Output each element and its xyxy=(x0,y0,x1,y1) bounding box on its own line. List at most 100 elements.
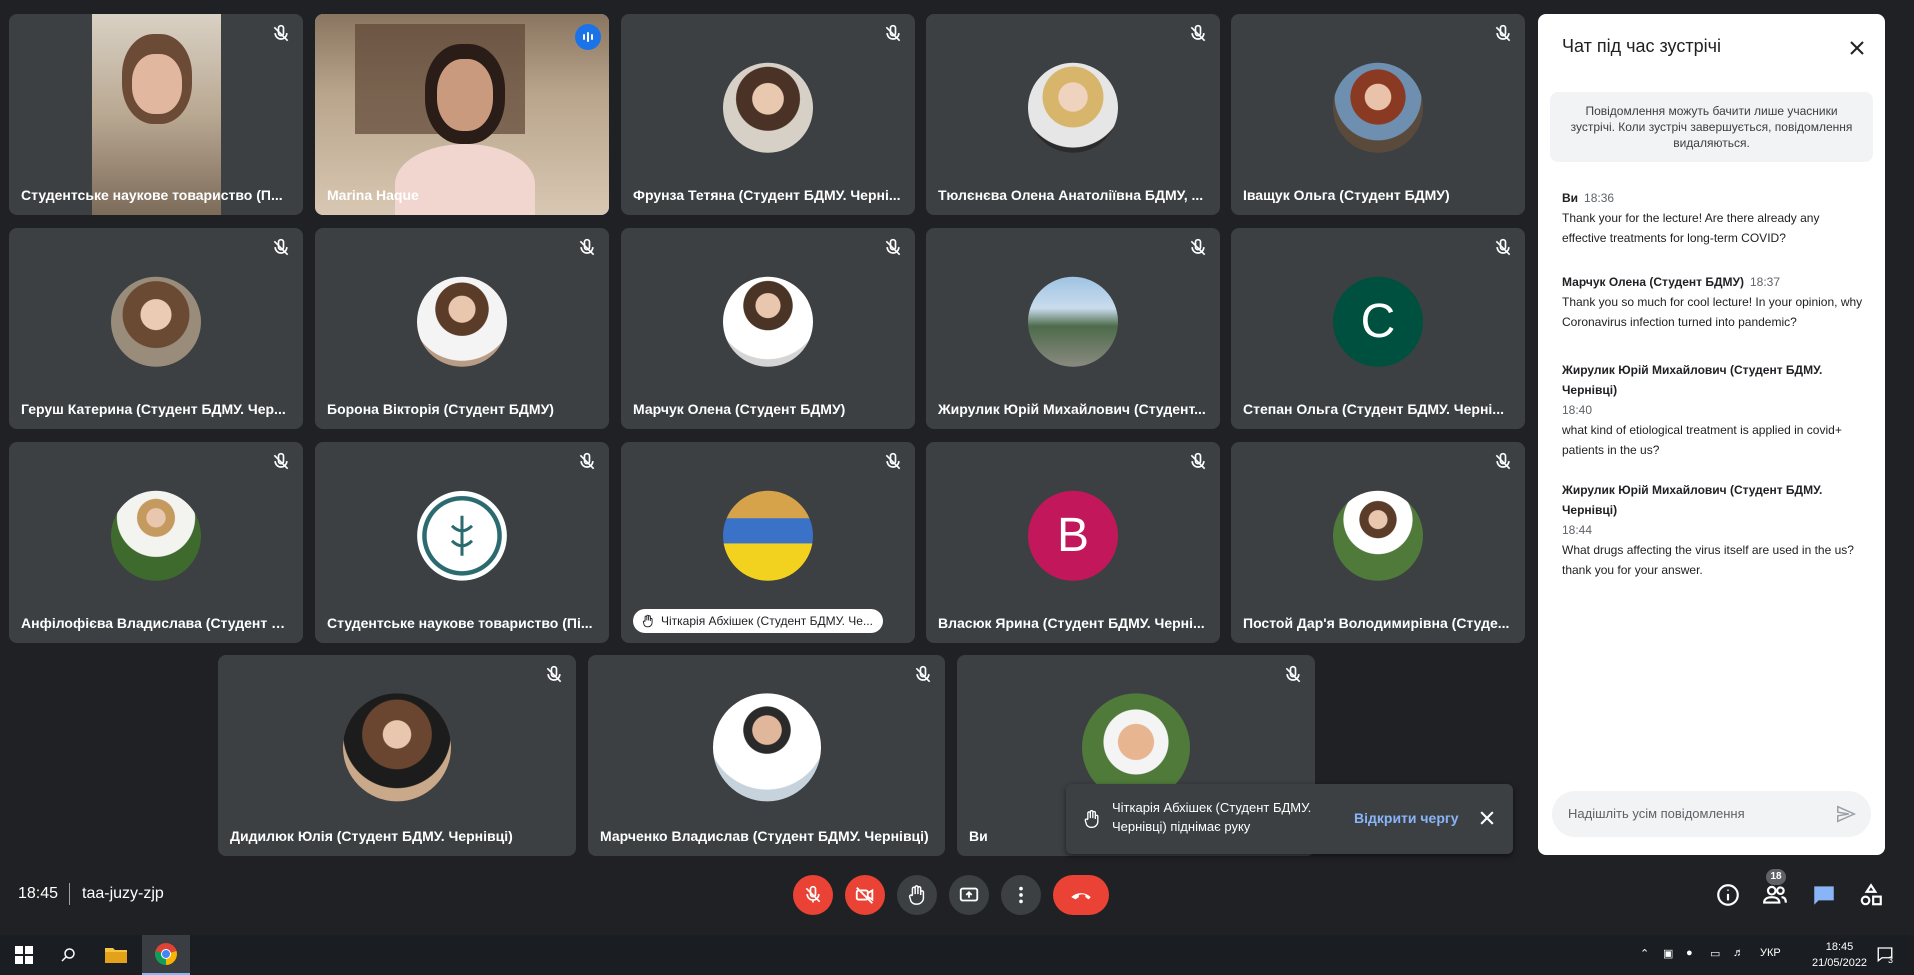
meet-tray-icon[interactable]: ▣ xyxy=(1663,947,1673,960)
close-icon[interactable] xyxy=(1477,808,1497,828)
avatar xyxy=(1028,276,1118,367)
raise-hand-button[interactable] xyxy=(897,875,937,915)
mic-off-icon xyxy=(1495,24,1511,42)
avatar: B xyxy=(1028,490,1118,581)
open-queue-button[interactable]: Відкрити чергу xyxy=(1354,810,1459,826)
mic-off-icon xyxy=(1190,452,1206,470)
message-sender: Ви xyxy=(1562,191,1579,205)
mic-off-icon xyxy=(1285,665,1301,683)
mic-off-icon xyxy=(273,452,289,470)
participant-tile[interactable]: Фрунза Тетяна (Студент БДМУ. Черні... xyxy=(621,14,915,215)
tray-chevron-icon[interactable]: ⌃ xyxy=(1640,947,1649,960)
participant-tile[interactable]: Студентське наукове товариство (Пі... xyxy=(315,442,609,643)
participant-name: Тюлєнєва Олена Анатоліївна БДМУ, ... xyxy=(938,187,1204,203)
participant-tile[interactable]: Тюлєнєва Олена Анатоліївна БДМУ, ... xyxy=(926,14,1220,215)
participant-tile[interactable]: C Степан Ольга (Студент БДМУ. Черні... xyxy=(1231,228,1525,429)
taskbar-clock[interactable]: 18:45 21/05/2022 xyxy=(1812,939,1867,971)
participant-name: Марчук Олена (Студент БДМУ) xyxy=(633,401,846,417)
microphone-toggle-button[interactable] xyxy=(793,875,833,915)
participant-tile[interactable]: Марченко Владислав (Студент БДМУ. Чернів… xyxy=(588,655,945,856)
avatar xyxy=(343,692,451,801)
search-button[interactable] xyxy=(44,935,92,975)
mic-off-icon xyxy=(579,452,595,470)
notification-text: Чіткарія Абхішек (Студент БДМУ. Чернівці… xyxy=(1112,800,1312,834)
chat-message: Жирулик Юрій Михайлович (Студент БДМУ. Ч… xyxy=(1562,360,1867,460)
taskbar-time: 18:45 xyxy=(1825,941,1854,953)
message-time: 18:36 xyxy=(1584,191,1615,205)
participant-tile[interactable]: Жирулик Юрій Михайлович (Студент... xyxy=(926,228,1220,429)
message-text: Thank your for the lecture! Are there al… xyxy=(1562,211,1820,245)
present-screen-button[interactable] xyxy=(949,875,989,915)
participant-tile[interactable]: Іващук Ольга (Студент БДМУ) xyxy=(1231,14,1525,215)
keyboard-language[interactable]: УКР xyxy=(1760,947,1781,959)
meeting-clock: 18:45 xyxy=(18,885,59,902)
volume-icon[interactable]: ♬ xyxy=(1733,947,1744,959)
chat-message: Жирулик Юрій Михайлович (Студент БДМУ. Ч… xyxy=(1562,480,1867,580)
message-time: 18:44 xyxy=(1562,523,1593,537)
participant-name: Дидилюк Юлія (Студент БДМУ. Чернівці) xyxy=(230,828,513,844)
participant-video xyxy=(315,14,609,215)
meeting-code: taa-juzy-zjp xyxy=(82,885,164,902)
leave-call-button[interactable] xyxy=(1053,875,1109,915)
participant-name: Постой Дар'я Володимирівна (Студе... xyxy=(1243,615,1510,631)
participant-tile[interactable]: Геруш Катерина (Студент БДМУ. Чер... xyxy=(9,228,303,429)
avatar xyxy=(723,62,813,153)
avatar xyxy=(723,276,813,367)
mic-off-icon xyxy=(885,452,901,470)
mic-off-icon xyxy=(885,238,901,256)
notification-count: 3 xyxy=(1888,955,1894,965)
avatar xyxy=(1028,62,1118,153)
mic-off-icon xyxy=(579,238,595,256)
send-icon[interactable] xyxy=(1835,803,1857,825)
more-options-button[interactable] xyxy=(1001,875,1041,915)
mic-off-icon xyxy=(805,885,821,903)
participant-name: Іващук Ольга (Студент БДМУ) xyxy=(1243,187,1450,203)
participant-tile[interactable]: Постой Дар'я Володимирівна (Студе... xyxy=(1231,442,1525,643)
participant-tile[interactable]: Анфілофієва Владислава (Студент Б... xyxy=(9,442,303,643)
info-icon[interactable] xyxy=(1715,882,1741,908)
message-text: What drugs affecting the virus itself ar… xyxy=(1562,543,1854,577)
participant-tile[interactable]: B Власюк Ярина (Студент БДМУ. Черні... xyxy=(926,442,1220,643)
avatar xyxy=(111,490,201,581)
camera-toggle-button[interactable] xyxy=(845,875,885,915)
chrome-taskbar-button[interactable] xyxy=(142,935,190,975)
message-time: 18:37 xyxy=(1750,275,1781,289)
folder-icon xyxy=(105,948,127,963)
message-sender: Жирулик Юрій Михайлович (Студент БДМУ. Ч… xyxy=(1562,483,1823,517)
chat-icon[interactable] xyxy=(1811,882,1837,908)
participant-tile[interactable]: Marina Haque xyxy=(315,14,609,215)
participant-name: Степан Ольга (Студент БДМУ. Черні... xyxy=(1243,401,1504,417)
chat-panel: Чат під час зустрічі Повідомлення можуть… xyxy=(1538,14,1885,855)
participant-tile[interactable]: Борона Вікторія (Студент БДМУ) xyxy=(315,228,609,429)
hang-up-icon xyxy=(1071,893,1091,900)
mic-off-icon xyxy=(273,24,289,42)
network-icon[interactable]: ▭ xyxy=(1710,947,1720,960)
participant-name: Марченко Владислав (Студент БДМУ. Чернів… xyxy=(600,828,929,844)
microphone-tray-icon[interactable]: ● xyxy=(1686,947,1693,959)
meet-window: { "tiles":[ {"name":"Студентське наукове… xyxy=(0,0,1914,975)
avatar xyxy=(417,490,507,581)
activities-icon[interactable] xyxy=(1858,882,1884,908)
avatar xyxy=(1333,490,1423,581)
participant-tile[interactable]: Марчук Олена (Студент БДМУ) xyxy=(621,228,915,429)
start-button[interactable] xyxy=(0,935,48,975)
participant-tile[interactable]: Студентське наукове товариство (П... xyxy=(9,14,303,215)
people-icon[interactable] xyxy=(1762,882,1788,908)
message-text: Thank you so much for cool lecture! In y… xyxy=(1562,295,1863,329)
participant-tile[interactable]: Чіткарія Абхішек (Студент БДМУ. Че... xyxy=(621,442,915,643)
mic-off-icon xyxy=(546,665,562,683)
avatar xyxy=(1333,62,1423,153)
message-sender: Марчук Олена (Студент БДМУ) xyxy=(1562,275,1744,289)
participant-tile[interactable]: Дидилюк Юлія (Студент БДМУ. Чернівці) xyxy=(218,655,576,856)
close-icon[interactable] xyxy=(1845,36,1869,60)
meeting-controls-bar: 18:45 taa-juzy-zjp 18 xyxy=(0,869,1914,920)
chat-input[interactable]: Надішліть усім повідомлення xyxy=(1552,791,1871,837)
participant-name: Студентське наукове товариство (П... xyxy=(21,187,283,203)
file-explorer-button[interactable] xyxy=(92,935,140,975)
chat-input-placeholder: Надішліть усім повідомлення xyxy=(1568,806,1745,821)
participant-name: Борона Вікторія (Студент БДМУ) xyxy=(327,401,554,417)
avatar: C xyxy=(1333,276,1423,367)
mic-off-icon xyxy=(915,665,931,683)
participant-video xyxy=(92,14,221,215)
chat-notice: Повідомлення можуть бачити лише учасники… xyxy=(1550,92,1873,162)
